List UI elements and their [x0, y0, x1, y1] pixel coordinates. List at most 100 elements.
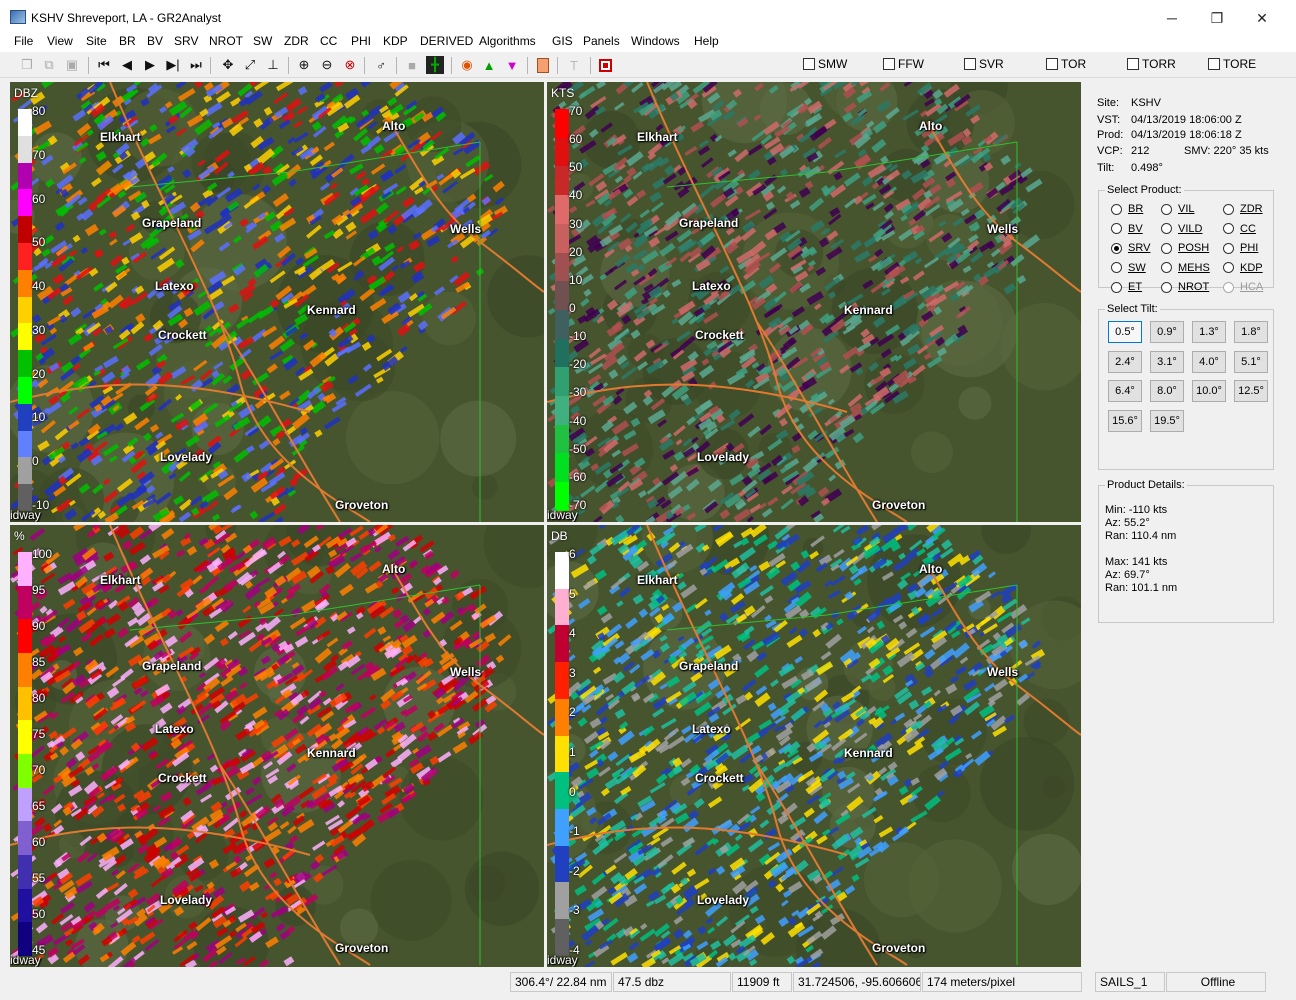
zoom-out-icon[interactable]: ⊖ [318, 56, 336, 74]
next-frame-icon[interactable]: ▶| [164, 56, 182, 74]
product-radio-phi[interactable]: PHI [1223, 242, 1258, 254]
radio-indicator[interactable] [1223, 223, 1234, 234]
differential-reflectivity-panel[interactable]: DB 6 5 4 3 2 1 0 -1 -2 -3 -4 Elkhart Alto Grapeland Wel… [547, 525, 1081, 967]
radio-indicator[interactable] [1111, 203, 1122, 215]
tilt-button[interactable]: 15.6° [1108, 409, 1142, 432]
minimize-button[interactable]: ─ [1150, 6, 1194, 30]
product-radio-br[interactable]: BR [1111, 203, 1143, 215]
radio-indicator[interactable] [1161, 203, 1172, 215]
record-icon[interactable] [596, 56, 614, 74]
tor-checkbox[interactable] [1046, 58, 1058, 70]
close-button[interactable]: ✕ [1240, 6, 1284, 30]
radio-indicator[interactable] [1223, 262, 1234, 273]
menu-nrot[interactable]: NROT [209, 34, 243, 48]
first-frame-icon[interactable]: ⏮ [95, 56, 113, 74]
tilt-button[interactable]: 4.0° [1192, 350, 1226, 373]
torr-checkbox[interactable] [1127, 58, 1139, 70]
tilt-button[interactable]: 1.3° [1192, 321, 1226, 343]
menu-view[interactable]: View [47, 34, 73, 48]
product-radio-et[interactable]: ET [1111, 281, 1142, 293]
radio-indicator[interactable] [1111, 262, 1122, 273]
product-radio-vil[interactable]: VIL [1161, 203, 1195, 215]
text-tool-icon[interactable]: T [565, 56, 583, 74]
tilt-button[interactable]: 6.4° [1108, 380, 1142, 402]
previous-frame-icon[interactable]: ◀ [118, 56, 136, 74]
radio-indicator[interactable] [1161, 242, 1172, 254]
radar-map[interactable] [10, 82, 544, 522]
capture-icon[interactable]: ▣ [63, 56, 81, 74]
maximize-button[interactable]: ❐ [1195, 6, 1239, 30]
radio-indicator[interactable] [1223, 281, 1234, 293]
warning-smw-toggle[interactable]: SMW [803, 57, 847, 71]
menu-panels[interactable]: Panels [583, 34, 620, 48]
menu-br[interactable]: BR [119, 34, 136, 48]
menu-sw[interactable]: SW [253, 34, 272, 48]
product-radio-zdr[interactable]: ZDR [1223, 203, 1263, 215]
product-radio-mehs[interactable]: MEHS [1161, 262, 1210, 274]
tilt-button[interactable]: 2.4° [1108, 350, 1142, 373]
menu-cc[interactable]: CC [320, 34, 337, 48]
menu-site[interactable]: Site [86, 34, 107, 48]
ffw-checkbox[interactable] [883, 58, 895, 70]
triangle-magenta-icon[interactable]: ▼ [503, 56, 521, 74]
velocity-panel[interactable]: KTS 70 60 50 40 30 20 10 0 -10 -20 -30 -40 -50 -60 -70 E… [547, 82, 1081, 522]
product-radio-nrot[interactable]: NROT [1161, 281, 1209, 293]
svr-checkbox[interactable] [964, 58, 976, 70]
radio-indicator[interactable] [1111, 242, 1122, 254]
duplicate-icon[interactable]: ⧉ [40, 56, 58, 74]
product-radio-bv[interactable]: BV [1111, 223, 1143, 235]
product-radio-srv[interactable]: SRV [1111, 242, 1150, 254]
menu-file[interactable]: File [14, 34, 33, 48]
radio-indicator[interactable] [1223, 242, 1234, 254]
triangle-green-icon[interactable]: ▲ [480, 56, 498, 74]
radio-indicator[interactable] [1223, 203, 1234, 215]
radar-map[interactable] [10, 525, 544, 967]
color-table-icon[interactable] [534, 56, 552, 74]
warning-tore-toggle[interactable]: TORE [1208, 57, 1256, 71]
menu-zdr[interactable]: ZDR [284, 34, 309, 48]
warning-torr-toggle[interactable]: TORR [1127, 57, 1176, 71]
tilt-button[interactable]: 5.1° [1234, 350, 1268, 373]
last-frame-icon[interactable]: ⏭ [187, 56, 205, 74]
radio-indicator[interactable] [1111, 223, 1122, 234]
radio-indicator[interactable] [1161, 223, 1172, 234]
menu-kdp[interactable]: KDP [383, 34, 408, 48]
grid-layout-icon[interactable]: ╋ [426, 56, 444, 74]
radar-map[interactable] [547, 82, 1081, 522]
product-radio-kdp[interactable]: KDP [1223, 262, 1263, 274]
zoom-in-icon[interactable]: ⊕ [295, 56, 313, 74]
tore-checkbox[interactable] [1208, 58, 1220, 70]
menu-bv[interactable]: BV [147, 34, 163, 48]
tilt-button[interactable]: 12.5° [1234, 380, 1268, 402]
warning-ffw-toggle[interactable]: FFW [883, 57, 924, 71]
clear-zoom-icon[interactable]: ⊗ [341, 56, 359, 74]
tilt-button[interactable]: 19.5° [1150, 409, 1184, 432]
cross-section-icon[interactable]: ⊥ [264, 56, 282, 74]
tilt-button[interactable]: 10.0° [1192, 380, 1226, 402]
product-radio-hca[interactable]: HCA [1223, 281, 1263, 293]
storm-track-icon[interactable]: ◉ [458, 56, 476, 74]
tilt-button[interactable]: 0.5° [1108, 321, 1142, 343]
tilt-button[interactable]: 1.8° [1234, 321, 1268, 343]
menu-srv[interactable]: SRV [174, 34, 198, 48]
product-radio-sw[interactable]: SW [1111, 262, 1146, 274]
radio-indicator[interactable] [1111, 281, 1122, 293]
reflectivity-panel[interactable]: DBZ 80 70 60 50 40 30 20 10 0 -10 Elkhart Alto Grapel… [10, 82, 544, 522]
play-icon[interactable]: ▶ [141, 56, 159, 74]
product-radio-cc[interactable]: CC [1223, 223, 1256, 235]
line-tool-icon[interactable]: ⤢ [241, 56, 259, 74]
product-radio-vild[interactable]: VILD [1161, 223, 1202, 235]
menu-windows[interactable]: Windows [631, 34, 680, 48]
menu-phi[interactable]: PHI [351, 34, 371, 48]
radar-map[interactable] [547, 525, 1081, 967]
smw-checkbox[interactable] [803, 58, 815, 70]
tilt-button[interactable]: 3.1° [1150, 350, 1184, 373]
menu-gis[interactable]: GIS [552, 34, 573, 48]
menu-help[interactable]: Help [694, 34, 719, 48]
correlation-panel[interactable]: % 100 95 90 85 80 75 70 65 60 55 50 45 Elkhart Alto Gra… [10, 525, 544, 967]
tilt-button[interactable]: 8.0° [1150, 380, 1184, 402]
menu-derived[interactable]: DERIVED [420, 34, 473, 48]
probe-icon[interactable]: ♂ [372, 56, 390, 74]
product-radio-posh[interactable]: POSH [1161, 242, 1209, 254]
warning-svr-toggle[interactable]: SVR [964, 57, 1004, 71]
